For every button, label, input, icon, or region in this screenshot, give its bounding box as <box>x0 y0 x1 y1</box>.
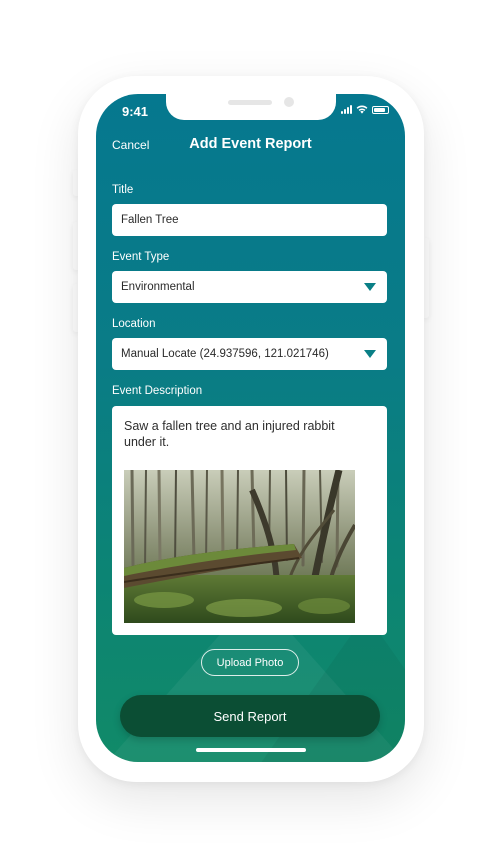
event-type-label: Event Type <box>112 251 170 263</box>
event-type-value: Environmental <box>121 281 195 293</box>
page-title: Add Event Report <box>189 136 312 152</box>
fallen-tree-photo[interactable] <box>124 470 355 623</box>
event-type-select[interactable]: Environmental <box>112 271 387 303</box>
device-mockup: 9:41 Cancel Add Event Report Title Falle… <box>0 0 500 856</box>
title-value: Fallen Tree <box>121 214 179 226</box>
status-icons <box>341 105 389 114</box>
home-indicator <box>196 748 306 752</box>
description-label: Event Description <box>112 385 203 397</box>
speaker <box>228 100 272 105</box>
chevron-down-icon <box>364 350 376 358</box>
location-value: Manual Locate (24.937596, 121.021746) <box>121 348 329 360</box>
cellular-signal-icon <box>341 105 352 114</box>
description-textarea[interactable]: Saw a fallen tree and an injured rabbit … <box>112 406 387 635</box>
app-screen: 9:41 Cancel Add Event Report Title Falle… <box>96 94 405 762</box>
title-label: Title <box>112 184 134 196</box>
location-label: Location <box>112 318 156 330</box>
chevron-down-icon <box>364 283 376 291</box>
title-field[interactable]: Fallen Tree <box>112 204 387 236</box>
battery-icon <box>372 106 389 114</box>
wifi-icon <box>356 105 368 114</box>
notch <box>166 94 336 120</box>
description-text: Saw a fallen tree and an injured rabbit … <box>124 419 335 449</box>
send-report-button[interactable]: Send Report <box>120 695 380 737</box>
status-time: 9:41 <box>122 104 149 119</box>
front-camera <box>284 97 294 107</box>
background-shape <box>246 614 405 762</box>
upload-photo-button[interactable]: Upload Photo <box>201 649 299 676</box>
location-select[interactable]: Manual Locate (24.937596, 121.021746) <box>112 338 387 370</box>
